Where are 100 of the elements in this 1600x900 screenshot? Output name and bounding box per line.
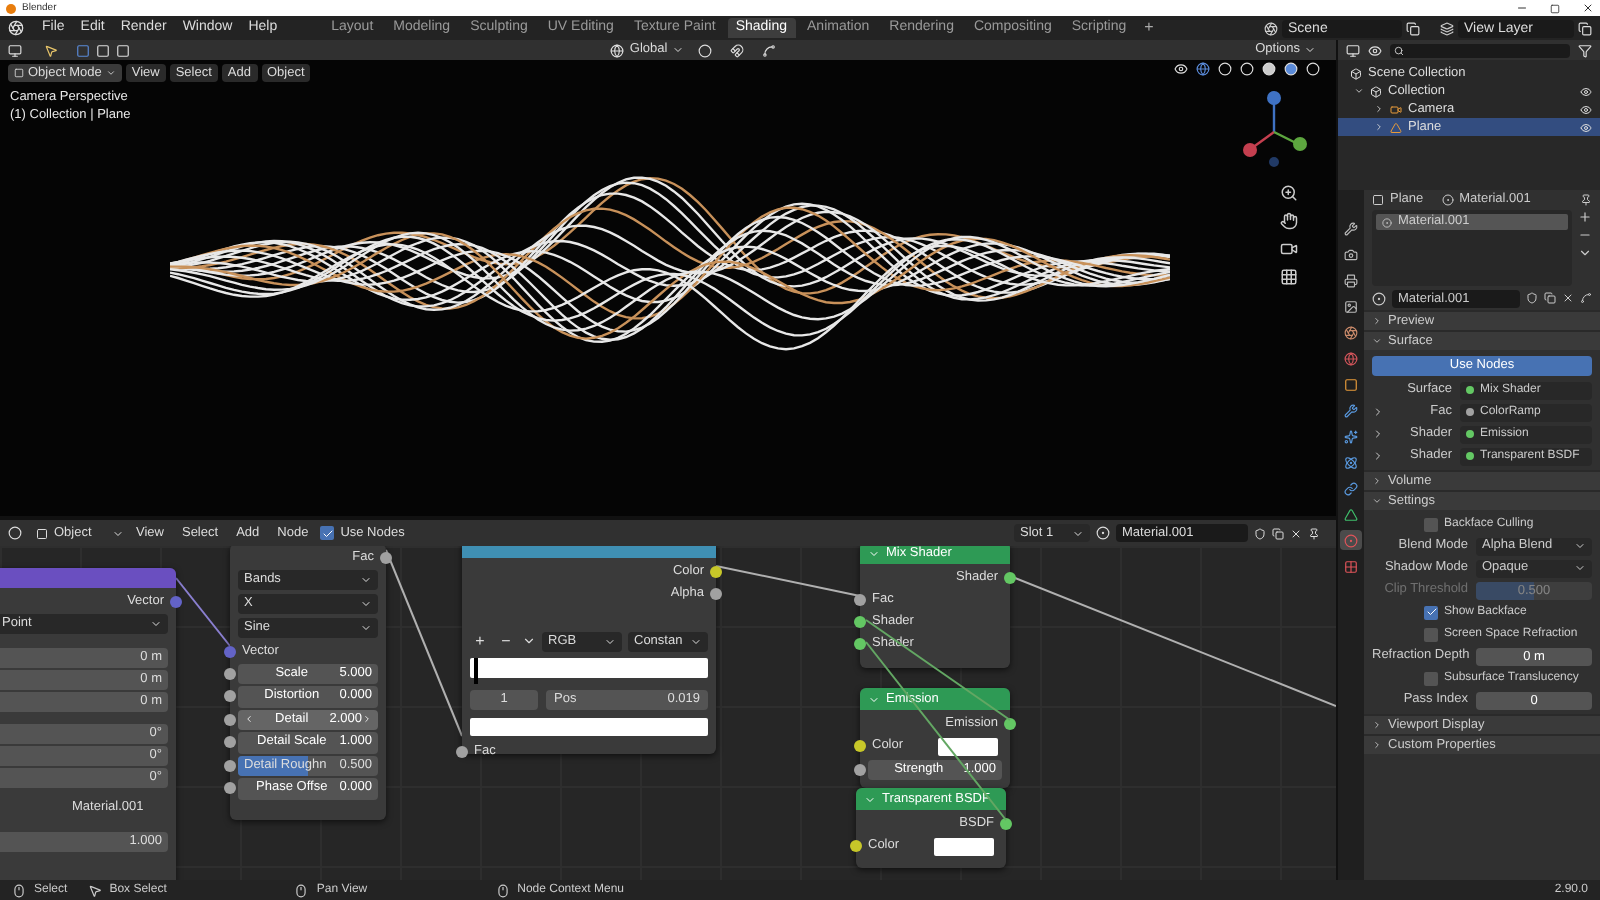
properties-tab[interactable] bbox=[1340, 400, 1362, 420]
checkbox[interactable] bbox=[1424, 517, 1438, 531]
expand-icon[interactable] bbox=[1374, 122, 1384, 132]
node-header[interactable] bbox=[0, 568, 176, 588]
visibility-icon[interactable] bbox=[1580, 103, 1592, 115]
socket-icon[interactable] bbox=[224, 667, 236, 679]
gizmo-toggle-icon[interactable] bbox=[1196, 62, 1210, 76]
select-tool-icon[interactable] bbox=[44, 43, 58, 57]
node-link[interactable] bbox=[175, 577, 231, 647]
pin-icon[interactable] bbox=[1308, 527, 1320, 539]
socket-icon[interactable] bbox=[224, 736, 236, 748]
socket-icon[interactable] bbox=[854, 615, 866, 627]
ramp-tool-button[interactable]: − bbox=[496, 631, 516, 651]
remove-slot-icon[interactable] bbox=[1578, 228, 1592, 242]
overlay-icon[interactable] bbox=[1218, 62, 1232, 76]
proportional-edit-icon[interactable] bbox=[761, 43, 776, 57]
unlink-icon[interactable] bbox=[1290, 527, 1302, 539]
properties-tab[interactable] bbox=[1340, 374, 1362, 394]
checkbox[interactable] bbox=[1424, 671, 1438, 685]
checkbox[interactable] bbox=[320, 526, 335, 540]
color-swatch[interactable] bbox=[470, 718, 708, 736]
properties-tab[interactable] bbox=[1340, 244, 1362, 264]
visibility-icon[interactable] bbox=[1174, 62, 1188, 76]
ramp-stop-marker[interactable] bbox=[474, 658, 483, 684]
properties-tab[interactable] bbox=[1340, 296, 1362, 316]
camera-icon[interactable] bbox=[1280, 240, 1298, 258]
wireframe-shading-icon[interactable] bbox=[1240, 62, 1254, 76]
color-ramp-bar[interactable] bbox=[470, 658, 708, 678]
properties-tab[interactable] bbox=[1340, 322, 1362, 342]
socket-icon[interactable] bbox=[854, 637, 866, 649]
color-swatch[interactable] bbox=[938, 737, 998, 755]
socket-icon[interactable] bbox=[710, 587, 722, 599]
snap-icon[interactable] bbox=[729, 43, 744, 57]
color-swatch[interactable] bbox=[934, 837, 994, 855]
properties-tab[interactable] bbox=[1340, 478, 1362, 498]
material-browse-icon[interactable] bbox=[1372, 291, 1386, 305]
new-scene-icon[interactable] bbox=[1406, 21, 1420, 35]
display-mode-icon[interactable] bbox=[1368, 43, 1382, 57]
socket-icon[interactable] bbox=[1000, 817, 1012, 829]
new-view-layer-icon[interactable] bbox=[1578, 21, 1592, 35]
editor-type-icon[interactable] bbox=[1346, 43, 1360, 57]
pivot-icon[interactable] bbox=[697, 43, 712, 57]
add-workspace-button[interactable]: + bbox=[1138, 16, 1160, 40]
properties-tab[interactable] bbox=[1340, 348, 1362, 368]
node-link[interactable] bbox=[385, 549, 463, 737]
fake-user-icon[interactable] bbox=[1254, 527, 1266, 539]
close-icon[interactable] bbox=[1582, 2, 1594, 14]
expand-icon[interactable] bbox=[1374, 104, 1384, 114]
socket-icon[interactable] bbox=[1004, 717, 1016, 729]
search-field[interactable] bbox=[1390, 43, 1570, 57]
checkbox[interactable] bbox=[1424, 627, 1438, 641]
slot-menu-icon[interactable] bbox=[1578, 246, 1592, 260]
node-canvas[interactable] bbox=[0, 546, 1336, 880]
fake-user-icon[interactable] bbox=[1526, 292, 1538, 304]
editor-type-icon[interactable] bbox=[8, 526, 22, 540]
rendered-shading-icon[interactable] bbox=[1306, 62, 1320, 76]
socket-icon[interactable] bbox=[710, 565, 722, 577]
sphere-icon bbox=[1344, 533, 1358, 547]
properties-tab[interactable] bbox=[1340, 504, 1362, 524]
expand-icon[interactable] bbox=[1372, 406, 1384, 418]
filter-icon[interactable] bbox=[1578, 43, 1592, 57]
socket-icon[interactable] bbox=[224, 759, 236, 771]
pin-icon[interactable] bbox=[1580, 194, 1592, 206]
expand-icon[interactable] bbox=[1354, 86, 1364, 96]
minimize-icon[interactable] bbox=[1516, 2, 1528, 14]
socket-icon[interactable] bbox=[224, 713, 236, 725]
socket-icon[interactable] bbox=[224, 690, 236, 702]
add-slot-icon[interactable] bbox=[1578, 210, 1592, 224]
socket-icon[interactable] bbox=[1004, 571, 1016, 583]
solid-shading-icon[interactable] bbox=[1262, 62, 1276, 76]
visibility-icon[interactable] bbox=[1580, 85, 1592, 97]
node-link[interactable] bbox=[715, 565, 861, 597]
socket-icon[interactable] bbox=[380, 551, 392, 563]
properties-tab[interactable] bbox=[1340, 426, 1362, 446]
properties-tab[interactable] bbox=[1340, 452, 1362, 472]
socket-icon[interactable] bbox=[854, 739, 866, 751]
socket-icon[interactable] bbox=[854, 593, 866, 605]
expand-icon[interactable] bbox=[1372, 450, 1384, 462]
hand-icon[interactable] bbox=[1280, 212, 1298, 230]
checkbox[interactable] bbox=[1424, 605, 1438, 619]
app-logo-icon[interactable] bbox=[8, 20, 24, 36]
socket-icon[interactable] bbox=[854, 763, 866, 775]
unlink-icon[interactable] bbox=[1562, 292, 1574, 304]
material-browse-icon[interactable] bbox=[1096, 526, 1110, 540]
properties-tab[interactable] bbox=[1340, 218, 1362, 238]
editor-type-icon[interactable] bbox=[8, 43, 22, 57]
material-shading-icon[interactable] bbox=[1284, 62, 1298, 76]
properties-tab[interactable] bbox=[1340, 530, 1362, 550]
grid-icon[interactable] bbox=[1280, 268, 1298, 286]
duplicate-icon[interactable] bbox=[1272, 527, 1284, 539]
maximize-icon[interactable] bbox=[1550, 3, 1560, 13]
ramp-tool-button[interactable]: + bbox=[470, 631, 490, 651]
zoom-icon[interactable] bbox=[1280, 184, 1298, 202]
socket-icon[interactable] bbox=[850, 839, 862, 851]
duplicate-icon[interactable] bbox=[1544, 292, 1556, 304]
properties-tab[interactable] bbox=[1340, 270, 1362, 290]
socket-icon[interactable] bbox=[456, 745, 468, 757]
socket-icon[interactable] bbox=[224, 782, 236, 794]
expand-icon[interactable] bbox=[1372, 428, 1384, 440]
axis-gizmo-icon[interactable] bbox=[1240, 88, 1308, 168]
